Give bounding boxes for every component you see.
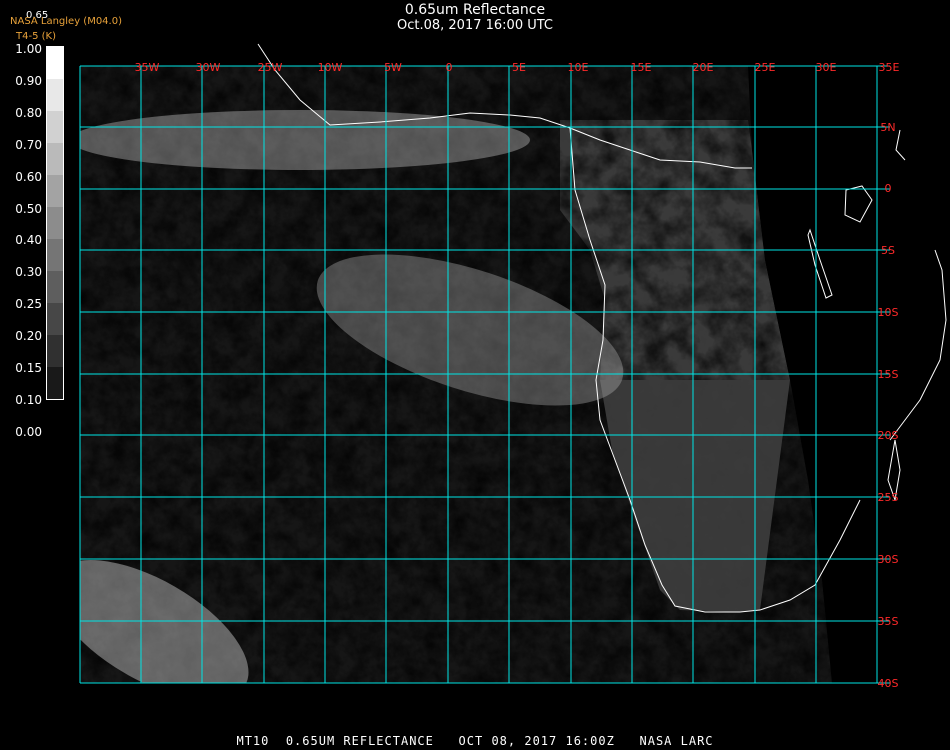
satellite-image-viewer: 0.65um Reflectance Oct.08, 2017 16:00 UT… bbox=[0, 0, 950, 750]
latitude-label: 30S bbox=[878, 553, 899, 566]
latitude-label: 15S bbox=[878, 368, 899, 381]
longitude-label: 35E bbox=[879, 61, 900, 74]
latitude-label: 35S bbox=[878, 615, 899, 628]
longitude-label: 5W bbox=[384, 61, 402, 74]
longitude-label: 20E bbox=[693, 61, 714, 74]
longitude-label: 35W bbox=[135, 61, 160, 74]
longitude-label: 5E bbox=[512, 61, 526, 74]
east-coast-north bbox=[889, 129, 947, 441]
longitude-label: 0 bbox=[446, 61, 453, 74]
latitude-label: 0 bbox=[885, 182, 892, 195]
latitude-label: 20S bbox=[878, 429, 899, 442]
latitude-label: 40S bbox=[878, 677, 899, 690]
longitude-label: 10W bbox=[318, 61, 343, 74]
lake-victoria bbox=[844, 185, 873, 223]
longitude-label: 15E bbox=[631, 61, 652, 74]
longitude-label: 30E bbox=[816, 61, 837, 74]
latitude-label: 5N bbox=[880, 121, 895, 134]
latitude-label: 10S bbox=[878, 306, 899, 319]
latitude-label: 25S bbox=[878, 491, 899, 504]
longitude-label: 10E bbox=[568, 61, 589, 74]
latitude-labels: 5N 0 5S 10S 15S 20S 25S 30S 35S 40S bbox=[878, 121, 899, 690]
longitude-label: 30W bbox=[196, 61, 221, 74]
lake-tanganyika bbox=[807, 228, 833, 299]
reflectance-map: 35W 30W 25W 10W 5W 0 5E 10E 15E 20E 25E 30E 35E 5N05… bbox=[79, 43, 947, 690]
latitude-label: 5S bbox=[881, 244, 895, 257]
longitude-label: 25W bbox=[258, 61, 283, 74]
longitude-label: 25E bbox=[755, 61, 776, 74]
status-footer: MT10 0.65UM REFLECTANCE OCT 08, 2017 16:… bbox=[236, 734, 714, 748]
